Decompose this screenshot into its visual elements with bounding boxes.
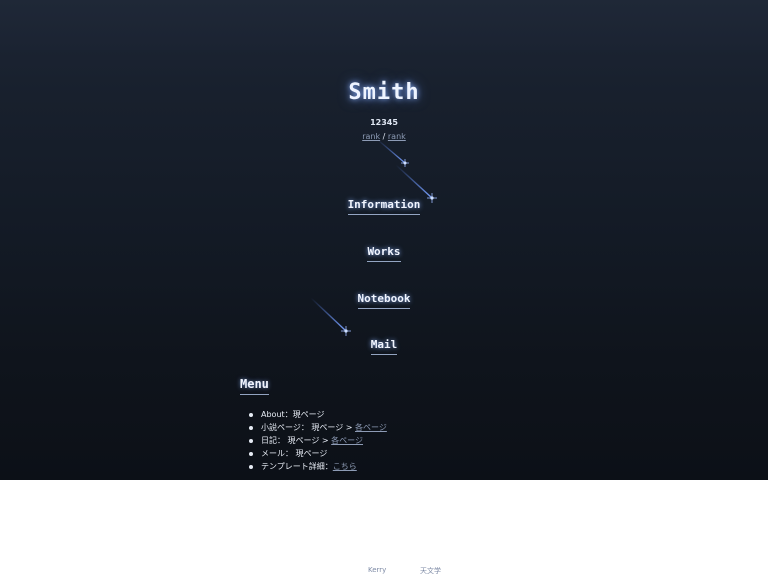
menu-item-text: 小説ページ： 現ページ > (261, 423, 356, 432)
footer-link-astronomy[interactable]: 天文学 (420, 566, 441, 576)
hero-section: Smith 12345 rank / rank Information Work… (0, 0, 768, 480)
nav-information: Information (0, 193, 768, 215)
menu-item-text: 日記： 現ページ > (261, 436, 332, 445)
menu-list: About：現ページ 小説ページ： 現ページ > 各ページ 日記： 現ページ >… (249, 408, 387, 473)
rank-link-1[interactable]: rank (362, 132, 380, 141)
menu-item-novel: 小説ページ： 現ページ > 各ページ (249, 421, 387, 434)
menu-item-link[interactable]: こちら (333, 462, 357, 471)
nav-mail-link[interactable]: Mail (370, 338, 398, 355)
menu-item-mail: メール： 現ページ (249, 447, 387, 460)
page: Smith 12345 rank / rank Information Work… (0, 0, 768, 585)
site-title: Smith (348, 80, 420, 105)
visitor-counter: 12345 (370, 118, 398, 127)
nav-notebook: Notebook (0, 287, 768, 309)
menu-item-text: メール： 現ページ (261, 449, 328, 458)
menu-item-template: テンプレート詳細：こちら (249, 460, 387, 473)
rank-link-2[interactable]: rank (388, 132, 406, 141)
nav-mail: Mail (0, 333, 768, 355)
menu-item-link[interactable]: 各ページ (355, 423, 387, 432)
rank-links: rank / rank (0, 132, 768, 141)
footer-link-kerry[interactable]: Kerry (368, 566, 386, 574)
nav-notebook-link[interactable]: Notebook (357, 292, 411, 309)
menu-item-text: About：現ページ (261, 410, 325, 419)
shooting-star-icon (377, 139, 409, 167)
menu-item-about: About：現ページ (249, 408, 387, 421)
menu-item-diary: 日記： 現ページ > 各ページ (249, 434, 387, 447)
menu-item-link[interactable]: 各ページ (331, 436, 363, 445)
nav-works-link[interactable]: Works (367, 245, 401, 262)
nav-works: Works (0, 240, 768, 262)
menu-heading: Menu (240, 377, 269, 395)
nav-information-link[interactable]: Information (347, 198, 421, 215)
rank-separator: / (380, 132, 388, 141)
menu-item-text: テンプレート詳細： (261, 462, 333, 471)
